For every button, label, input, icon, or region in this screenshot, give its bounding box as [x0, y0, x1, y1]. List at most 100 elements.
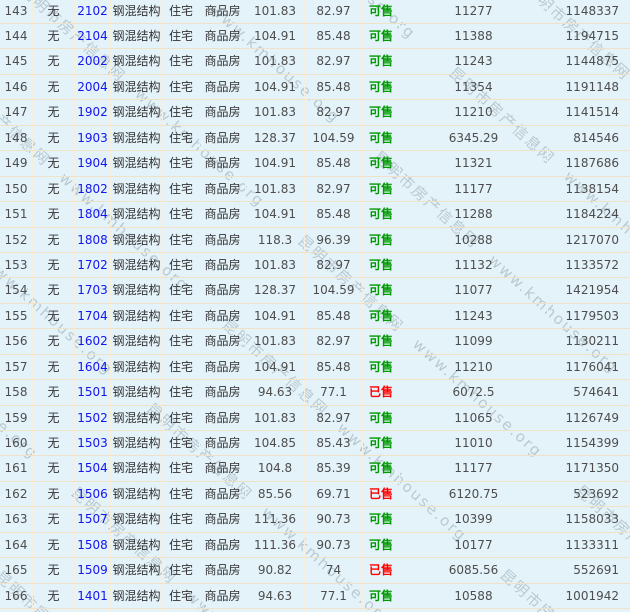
total-price-cell: 1421954 [548, 278, 630, 302]
room-number-link[interactable]: 1602 [75, 329, 111, 353]
room-number-link[interactable]: 2104 [75, 24, 111, 48]
unit-price-cell: 11321 [400, 151, 548, 175]
inner-area-cell: 74 [305, 558, 363, 582]
status-badge: 可售 [363, 151, 400, 175]
total-price-cell: 552691 [548, 558, 630, 582]
build-area-cell: 101.83 [246, 100, 305, 124]
structure-cell: 钢混结构 [111, 0, 163, 23]
basement-cell: 无 [33, 533, 75, 557]
unit-price-cell: 6120.75 [400, 482, 548, 506]
room-number-link[interactable]: 1703 [75, 278, 111, 302]
row-number-cell: 146 [0, 75, 33, 99]
total-price-cell: 1176041 [548, 355, 630, 379]
inner-area-cell: 85.43 [305, 431, 363, 455]
status-badge: 可售 [363, 507, 400, 531]
room-number-link[interactable]: 1502 [75, 406, 111, 430]
status-badge: 可售 [363, 278, 400, 302]
table-row: 146无2004钢混结构住宅商品房104.9185.48可售1135411911… [0, 75, 630, 100]
usage-cell: 住宅 [163, 406, 200, 430]
usage-cell: 住宅 [163, 507, 200, 531]
room-number-link[interactable]: 1401 [75, 584, 111, 608]
basement-cell: 无 [33, 355, 75, 379]
room-number-link[interactable]: 1509 [75, 558, 111, 582]
total-price-cell: 1133311 [548, 533, 630, 557]
status-badge: 可售 [363, 431, 400, 455]
room-number-link[interactable]: 1604 [75, 355, 111, 379]
basement-cell: 无 [33, 228, 75, 252]
build-area-cell: 101.83 [246, 49, 305, 73]
room-number-link[interactable]: 1704 [75, 304, 111, 328]
row-number-cell: 145 [0, 49, 33, 73]
status-badge: 可售 [363, 177, 400, 201]
inner-area-cell: 82.97 [305, 49, 363, 73]
build-area-cell: 104.85 [246, 431, 305, 455]
basement-cell: 无 [33, 507, 75, 531]
structure-cell: 钢混结构 [111, 151, 163, 175]
inner-area-cell: 82.97 [305, 100, 363, 124]
status-badge: 已售 [363, 380, 400, 404]
basement-cell: 无 [33, 380, 75, 404]
row-number-cell: 152 [0, 228, 33, 252]
inner-area-cell: 85.48 [305, 24, 363, 48]
room-number-link[interactable]: 2102 [75, 0, 111, 23]
status-badge: 已售 [363, 558, 400, 582]
sale-type-cell: 商品房 [200, 533, 246, 557]
table-row: 147无1902钢混结构住宅商品房101.8382.97可售1121011415… [0, 100, 630, 125]
room-number-link[interactable]: 1802 [75, 177, 111, 201]
room-number-link[interactable]: 1702 [75, 253, 111, 277]
unit-price-cell: 10288 [400, 228, 548, 252]
inner-area-cell: 90.73 [305, 533, 363, 557]
inner-area-cell: 82.97 [305, 177, 363, 201]
basement-cell: 无 [33, 24, 75, 48]
build-area-cell: 104.91 [246, 24, 305, 48]
table-row: 158无1501钢混结构住宅商品房94.6377.1已售6072.5574641 [0, 380, 630, 405]
inner-area-cell: 77.1 [305, 584, 363, 608]
row-number-cell: 163 [0, 507, 33, 531]
sale-type-cell: 商品房 [200, 304, 246, 328]
basement-cell: 无 [33, 558, 75, 582]
basement-cell: 无 [33, 177, 75, 201]
unit-price-cell: 10588 [400, 584, 548, 608]
table-row: 160无1503钢混结构住宅商品房104.8585.43可售1101011543… [0, 431, 630, 456]
room-number-link[interactable]: 1508 [75, 533, 111, 557]
sale-type-cell: 商品房 [200, 456, 246, 480]
status-badge: 可售 [363, 228, 400, 252]
structure-cell: 钢混结构 [111, 584, 163, 608]
room-number-link[interactable]: 1503 [75, 431, 111, 455]
build-area-cell: 104.91 [246, 151, 305, 175]
row-number-cell: 166 [0, 584, 33, 608]
room-number-link[interactable]: 2004 [75, 75, 111, 99]
room-number-link[interactable]: 1504 [75, 456, 111, 480]
build-area-cell: 104.91 [246, 75, 305, 99]
basement-cell: 无 [33, 304, 75, 328]
build-area-cell: 104.91 [246, 304, 305, 328]
inner-area-cell: 77.1 [305, 380, 363, 404]
room-number-link[interactable]: 1903 [75, 126, 111, 150]
structure-cell: 钢混结构 [111, 355, 163, 379]
row-number-cell: 165 [0, 558, 33, 582]
usage-cell: 住宅 [163, 177, 200, 201]
room-number-link[interactable]: 1902 [75, 100, 111, 124]
sale-type-cell: 商品房 [200, 329, 246, 353]
room-number-link[interactable]: 1904 [75, 151, 111, 175]
build-area-cell: 85.56 [246, 482, 305, 506]
usage-cell: 住宅 [163, 533, 200, 557]
status-badge: 可售 [363, 253, 400, 277]
usage-cell: 住宅 [163, 24, 200, 48]
room-number-link[interactable]: 1507 [75, 507, 111, 531]
unit-price-cell: 11077 [400, 278, 548, 302]
total-price-cell: 1179503 [548, 304, 630, 328]
room-number-link[interactable]: 1808 [75, 228, 111, 252]
build-area-cell: 111.36 [246, 507, 305, 531]
room-number-link[interactable]: 1501 [75, 380, 111, 404]
total-price-cell: 1154399 [548, 431, 630, 455]
room-number-link[interactable]: 1804 [75, 202, 111, 226]
build-area-cell: 94.63 [246, 380, 305, 404]
structure-cell: 钢混结构 [111, 304, 163, 328]
table-row: 156无1602钢混结构住宅商品房101.8382.97可售1109911302… [0, 329, 630, 354]
usage-cell: 住宅 [163, 584, 200, 608]
build-area-cell: 118.3 [246, 228, 305, 252]
room-number-link[interactable]: 2002 [75, 49, 111, 73]
unit-price-cell: 11354 [400, 75, 548, 99]
room-number-link[interactable]: 1506 [75, 482, 111, 506]
